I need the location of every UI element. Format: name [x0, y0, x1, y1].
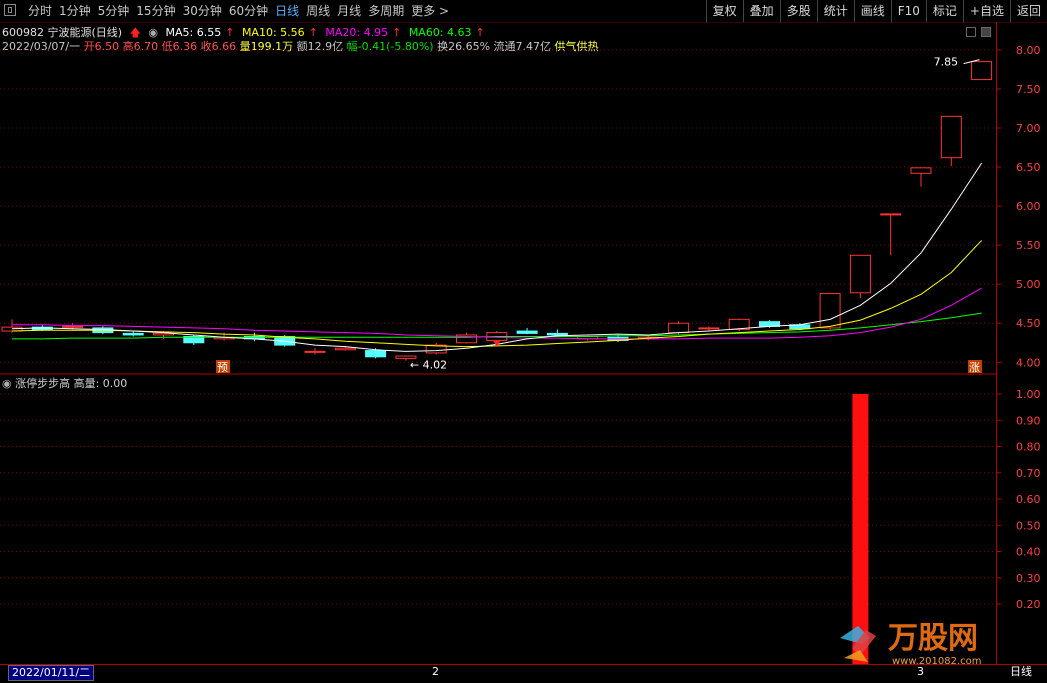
- candle-body: [304, 350, 326, 353]
- candle[interactable]: [940, 115, 962, 167]
- indicator-y-tick-label: 0.80: [1016, 441, 1041, 454]
- candle[interactable]: [880, 213, 902, 256]
- zhang-badge: 涨: [968, 360, 982, 374]
- candle[interactable]: [819, 293, 841, 330]
- y-tick-label: 4.50: [1016, 317, 1041, 330]
- candle-body: [668, 322, 690, 334]
- candle[interactable]: [546, 329, 568, 336]
- candle[interactable]: [516, 327, 538, 335]
- candle-body: [880, 213, 902, 216]
- cursor-date: 2022/01/11/二: [8, 665, 95, 681]
- indicator-y-tick-label: 0.70: [1016, 467, 1041, 480]
- candle[interactable]: [456, 332, 477, 344]
- y-tick-label: 5.50: [1016, 239, 1041, 252]
- y-tick-label: 6.50: [1016, 161, 1041, 174]
- indicator-y-tick-label: 0.60: [1016, 493, 1041, 506]
- watermark-logo: 万股网 www.201082.com: [830, 608, 1030, 668]
- candle-body: [819, 293, 841, 329]
- time-axis-bar: 2022/01/11/二 2 3 日线: [0, 664, 1047, 683]
- candle-body: [698, 327, 720, 330]
- candle-body: [365, 350, 387, 358]
- svg-text:万股网: 万股网: [888, 621, 978, 656]
- indicator-title: 涨停步步高: [15, 377, 71, 390]
- candle[interactable]: [304, 348, 326, 355]
- y-tick-label: 4.00: [1016, 356, 1041, 369]
- candle[interactable]: [971, 61, 993, 81]
- yu-badge-text: 预: [217, 361, 228, 374]
- high-price-label: 7.85: [934, 56, 959, 69]
- candle[interactable]: [183, 334, 205, 346]
- logo-graphic: 万股网 www.201082.com: [840, 621, 982, 667]
- y-tick-label: 6.00: [1016, 200, 1041, 213]
- low-price-label: ← 4.02: [410, 359, 447, 372]
- indicator-y-tick-label: 0.90: [1016, 414, 1041, 427]
- y-tick-label: 5.00: [1016, 278, 1041, 291]
- candle[interactable]: [910, 167, 932, 187]
- yu-badge: 预: [216, 360, 230, 374]
- indicator-header: ◉ 涨停步步高 高量: 0.00: [2, 375, 127, 391]
- close-icon[interactable]: [981, 27, 991, 37]
- candle-body: [516, 330, 538, 334]
- kline-chart[interactable]: 8.00 7.50 7.00 6.50 6.00 5.50 5.00 4.50 4.00 1.0…: [0, 0, 1047, 682]
- indicator-value: 高量: 0.00: [73, 377, 128, 390]
- month-mark-3: 3: [917, 665, 924, 678]
- y-tick-label: 7.00: [1016, 122, 1041, 135]
- indicator-y-tick-label: 1.00: [1016, 388, 1041, 401]
- candle-body: [546, 332, 568, 336]
- candle[interactable]: [425, 342, 447, 355]
- candle-body: [122, 332, 144, 336]
- indicator-y-tick-label: 0.50: [1016, 519, 1041, 532]
- candle[interactable]: [849, 254, 871, 299]
- candle-body: [940, 115, 962, 159]
- y-tick-label: 7.50: [1016, 83, 1041, 96]
- period-label[interactable]: 日线: [1010, 665, 1032, 679]
- zhang-badge-text: 涨: [969, 361, 980, 374]
- indicator-y-tick-label: 0.30: [1016, 572, 1041, 585]
- candle-body: [910, 167, 932, 174]
- candle-body: [62, 325, 84, 328]
- candle-body: [849, 254, 871, 294]
- candle-body: [971, 61, 993, 81]
- chevron-down-icon[interactable]: ◉: [2, 377, 12, 390]
- y-tick-label: 8.00: [1016, 44, 1041, 57]
- settings-icon[interactable]: [966, 27, 976, 37]
- month-mark-2: 2: [432, 665, 439, 678]
- indicator-y-tick-label: 0.40: [1016, 546, 1041, 559]
- candle-body: [334, 347, 356, 351]
